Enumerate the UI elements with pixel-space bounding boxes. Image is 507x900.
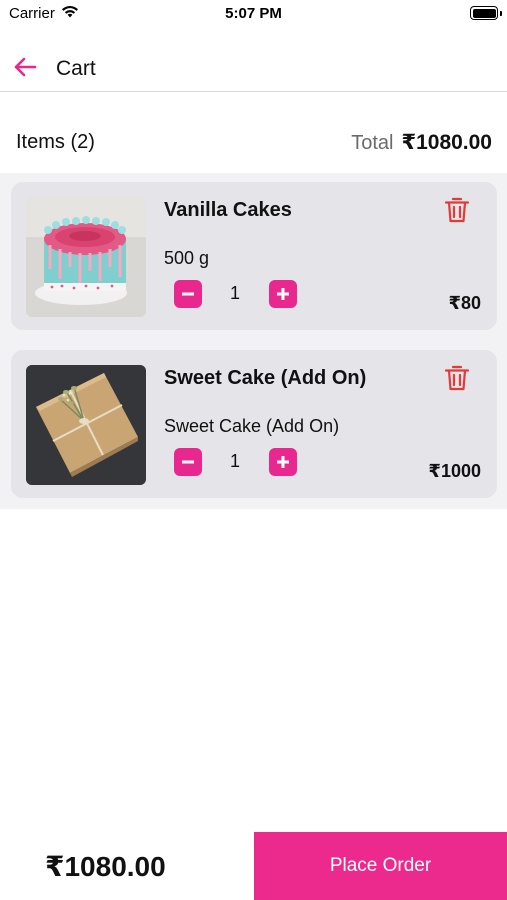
checkout-bar: ₹1080.00 Place Order <box>0 832 507 900</box>
delete-item-button[interactable] <box>444 196 470 224</box>
total-label: Total <box>351 132 394 154</box>
plus-icon <box>277 456 289 468</box>
increase-quantity-button[interactable] <box>269 448 297 476</box>
page-title: Cart <box>56 57 96 80</box>
battery-tip <box>500 11 502 16</box>
increase-quantity-button[interactable] <box>269 280 297 308</box>
cart-summary: Items (2) Total ₹1080.00 <box>0 128 507 158</box>
decrease-quantity-button[interactable] <box>174 280 202 308</box>
cart-item: Vanilla Cakes 500 g 1 ₹80 <box>11 182 497 330</box>
battery-icon <box>470 6 498 20</box>
grand-total: ₹1080.00 <box>45 851 166 882</box>
item-price: ₹80 <box>448 293 481 313</box>
decrease-quantity-button[interactable] <box>174 448 202 476</box>
place-order-button[interactable]: Place Order <box>254 832 507 900</box>
navigation-bar: Cart <box>0 40 507 92</box>
item-quantity: 1 <box>229 451 240 471</box>
total-value: ₹1080.00 <box>401 131 492 154</box>
arrow-left-icon <box>14 57 37 77</box>
cart-item: Sweet Cake (Add On) Sweet Cake (Add On) … <box>11 350 497 498</box>
back-button[interactable] <box>10 52 40 82</box>
minus-icon <box>182 460 194 464</box>
plus-icon <box>277 288 289 300</box>
total-summary: Total ₹1080.00 <box>351 130 492 155</box>
minus-icon <box>182 292 194 296</box>
cart-list: Vanilla Cakes 500 g 1 ₹80 Sweet Cake (Ad… <box>0 173 507 509</box>
item-variant: Sweet Cake (Add On) <box>164 416 340 436</box>
trash-icon <box>444 365 470 391</box>
kraft-gift-box-image <box>26 365 146 485</box>
item-quantity: 1 <box>229 283 240 303</box>
trash-icon <box>444 197 470 223</box>
item-variant: 500 g <box>164 248 210 268</box>
status-bar: Carrier 5:07 PM <box>0 0 507 28</box>
pink-drip-cake-image <box>26 197 146 317</box>
status-time: 5:07 PM <box>225 5 282 22</box>
item-name: Sweet Cake (Add On) <box>164 367 367 389</box>
items-count: Items (2) <box>16 131 95 153</box>
delete-item-button[interactable] <box>444 364 470 392</box>
item-price: ₹1000 <box>428 461 481 481</box>
item-name: Vanilla Cakes <box>164 199 292 221</box>
